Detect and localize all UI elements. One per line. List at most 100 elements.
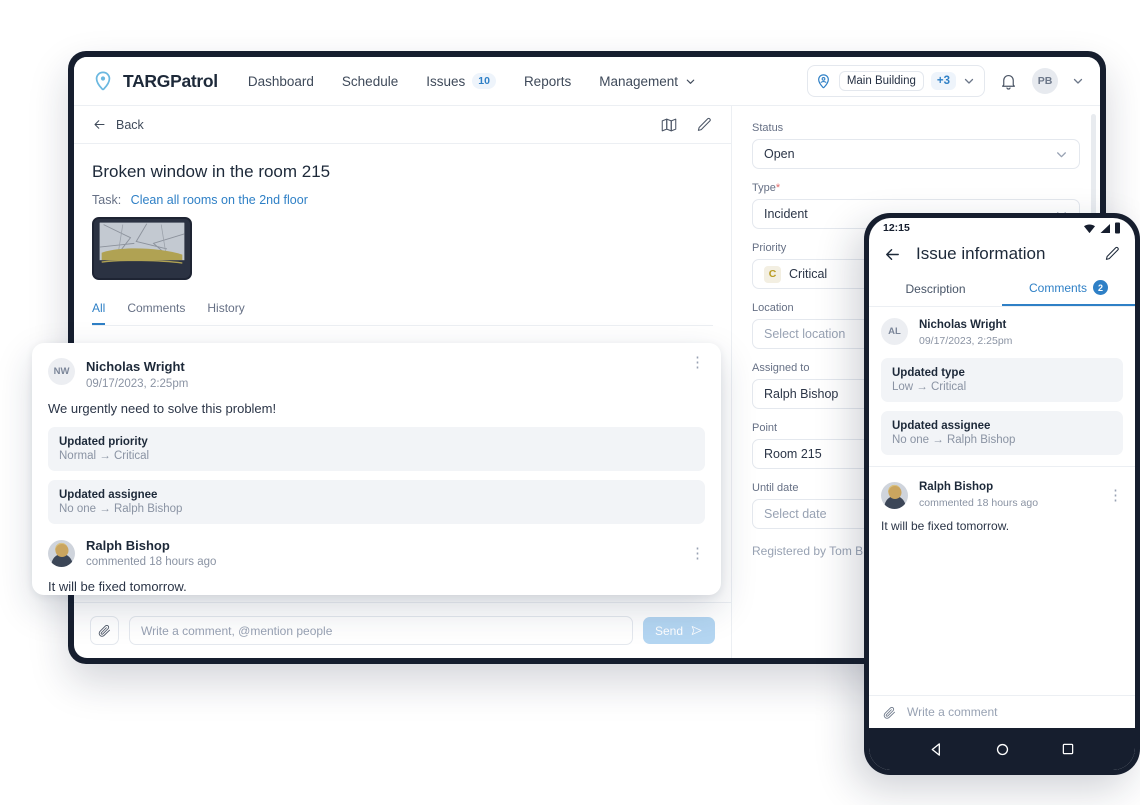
status-select[interactable]: Open	[752, 139, 1080, 169]
comment-meta: Nicholas Wright 09/17/2023, 2:25pm	[919, 318, 1012, 348]
comment-timestamp: commented 18 hours ago	[86, 554, 216, 570]
avatar	[881, 482, 908, 509]
tab-history[interactable]: History	[207, 301, 244, 325]
nav-item-label: Schedule	[342, 74, 398, 89]
avatar: AL	[881, 318, 908, 345]
location-pin-icon	[92, 70, 114, 92]
paperclip-icon[interactable]	[882, 705, 897, 720]
status-bar-icons	[1083, 222, 1121, 234]
activity-event-title: Updated assignee	[59, 489, 694, 501]
map-icon[interactable]	[660, 116, 678, 134]
activity-event: Updated type Low → Critical	[881, 358, 1123, 402]
comment-author: Nicholas Wright	[86, 358, 188, 376]
send-button[interactable]: Send	[643, 617, 715, 644]
tab-comments[interactable]: Comments	[127, 301, 185, 325]
chevron-down-icon[interactable]	[1072, 75, 1084, 87]
activity-event-title: Updated assignee	[892, 420, 1112, 432]
back-bar: Back	[74, 106, 731, 144]
screenshot-stage: TARGPatrol Dashboard Schedule Issues 10 …	[0, 0, 1140, 805]
tab-label: History	[207, 301, 244, 315]
field-label: Status	[752, 122, 1080, 134]
pencil-icon[interactable]	[695, 116, 713, 134]
comment-timestamp: 09/17/2023, 2:25pm	[86, 376, 188, 392]
properties-scrollbar[interactable]	[1091, 114, 1096, 217]
building-picker[interactable]: Main Building +3	[807, 65, 985, 97]
home-circle-icon[interactable]	[995, 742, 1010, 757]
phone-screen: 12:15	[869, 218, 1135, 770]
field-placeholder: Select location	[764, 327, 845, 341]
wifi-icon	[1083, 223, 1096, 234]
brand-logo[interactable]: TARGPatrol	[92, 70, 218, 92]
task-link[interactable]: Clean all rooms on the 2nd floor	[131, 193, 308, 207]
comment-body: We urgently need to solve this problem!	[48, 401, 705, 416]
top-navigation-bar: TARGPatrol Dashboard Schedule Issues 10 …	[74, 57, 1100, 106]
tab-description[interactable]: Description	[869, 272, 1002, 306]
field-value: Critical	[789, 267, 827, 281]
field-value: Incident	[764, 207, 808, 221]
kebab-menu-icon[interactable]: ⋮	[690, 549, 705, 558]
nav-links: Dashboard Schedule Issues 10 Reports Man…	[248, 73, 696, 90]
phone-mockup: 12:15	[864, 213, 1140, 775]
pencil-icon[interactable]	[1103, 245, 1121, 263]
field-status: Status Open	[752, 122, 1080, 169]
field-value: Open	[764, 147, 795, 161]
issue-photo-thumbnail[interactable]	[92, 217, 192, 280]
phone-comment-placeholder: Write a comment	[907, 705, 997, 719]
kebab-menu-icon[interactable]: ⋮	[1108, 491, 1123, 500]
comment-author: Ralph Bishop	[86, 537, 216, 555]
chevron-down-icon	[963, 75, 975, 87]
comment-header: Ralph Bishop commented 18 hours ago ⋮	[48, 537, 705, 571]
comment-timestamp: commented 18 hours ago	[919, 496, 1038, 511]
recents-square-icon[interactable]	[1061, 742, 1075, 756]
send-icon	[690, 624, 703, 637]
task-row: Task: Clean all rooms on the 2nd floor	[92, 193, 713, 207]
phone-tabs: Description Comments 2	[869, 272, 1135, 307]
back-button[interactable]: Back	[92, 117, 144, 132]
phone-comments-list: AL Nicholas Wright 09/17/2023, 2:25pm Up…	[869, 307, 1135, 695]
activity-event-title: Updated priority	[59, 436, 694, 448]
activity-event-change: Low → Critical	[892, 381, 1112, 393]
nav-item-management[interactable]: Management	[599, 74, 696, 89]
task-label: Task:	[92, 193, 121, 207]
nav-item-label: Issues	[426, 74, 465, 89]
nav-item-label: Reports	[524, 74, 571, 89]
avatar-initials: PB	[1038, 75, 1053, 87]
comment-input[interactable]: Write a comment, @mention people	[129, 616, 633, 645]
tab-label: Comments	[127, 301, 185, 315]
comments-count-badge: 2	[1093, 280, 1108, 295]
issue-tabs: All Comments History	[92, 301, 713, 326]
tab-label: All	[92, 301, 105, 315]
arrow-left-icon	[92, 117, 107, 132]
nav-item-reports[interactable]: Reports	[524, 74, 571, 89]
phone-status-bar: 12:15	[869, 218, 1135, 238]
comment-composer: Write a comment, @mention people Send	[74, 602, 731, 658]
nav-item-schedule[interactable]: Schedule	[342, 74, 398, 89]
tab-label: Comments	[1029, 281, 1087, 295]
attach-button[interactable]	[90, 616, 119, 645]
tab-comments[interactable]: Comments 2	[1002, 272, 1135, 306]
nav-item-label: Management	[599, 74, 678, 89]
signal-icon	[1099, 223, 1111, 234]
kebab-menu-icon[interactable]: ⋮	[690, 358, 705, 367]
back-triangle-icon[interactable]	[929, 742, 944, 757]
phone-comment-composer[interactable]: Write a comment	[869, 695, 1135, 728]
nav-item-label: Dashboard	[248, 74, 314, 89]
nav-item-issues[interactable]: Issues 10	[426, 73, 496, 90]
divider	[869, 466, 1135, 467]
bell-icon[interactable]	[999, 72, 1018, 91]
chevron-down-icon	[1055, 148, 1068, 161]
arrow-left-icon[interactable]	[883, 245, 902, 264]
nav-item-dashboard[interactable]: Dashboard	[248, 74, 314, 89]
activity-event: Updated assignee No one → Ralph Bishop	[881, 411, 1123, 455]
activity-event-title: Updated type	[892, 367, 1112, 379]
field-placeholder: Select date	[764, 507, 827, 521]
avatar[interactable]: PB	[1032, 68, 1058, 94]
avatar: NW	[48, 358, 75, 385]
comment-body: It will be fixed tomorrow.	[881, 519, 1123, 533]
comments-overlay-card: NW Nicholas Wright 09/17/2023, 2:25pm ⋮ …	[32, 343, 721, 595]
field-value: Ralph Bishop	[764, 387, 838, 401]
activity-event-change: No one → Ralph Bishop	[59, 503, 694, 515]
tab-all[interactable]: All	[92, 301, 105, 325]
activity-event: Updated assignee No one → Ralph Bishop	[48, 480, 705, 524]
avatar-initials: AL	[888, 326, 901, 337]
